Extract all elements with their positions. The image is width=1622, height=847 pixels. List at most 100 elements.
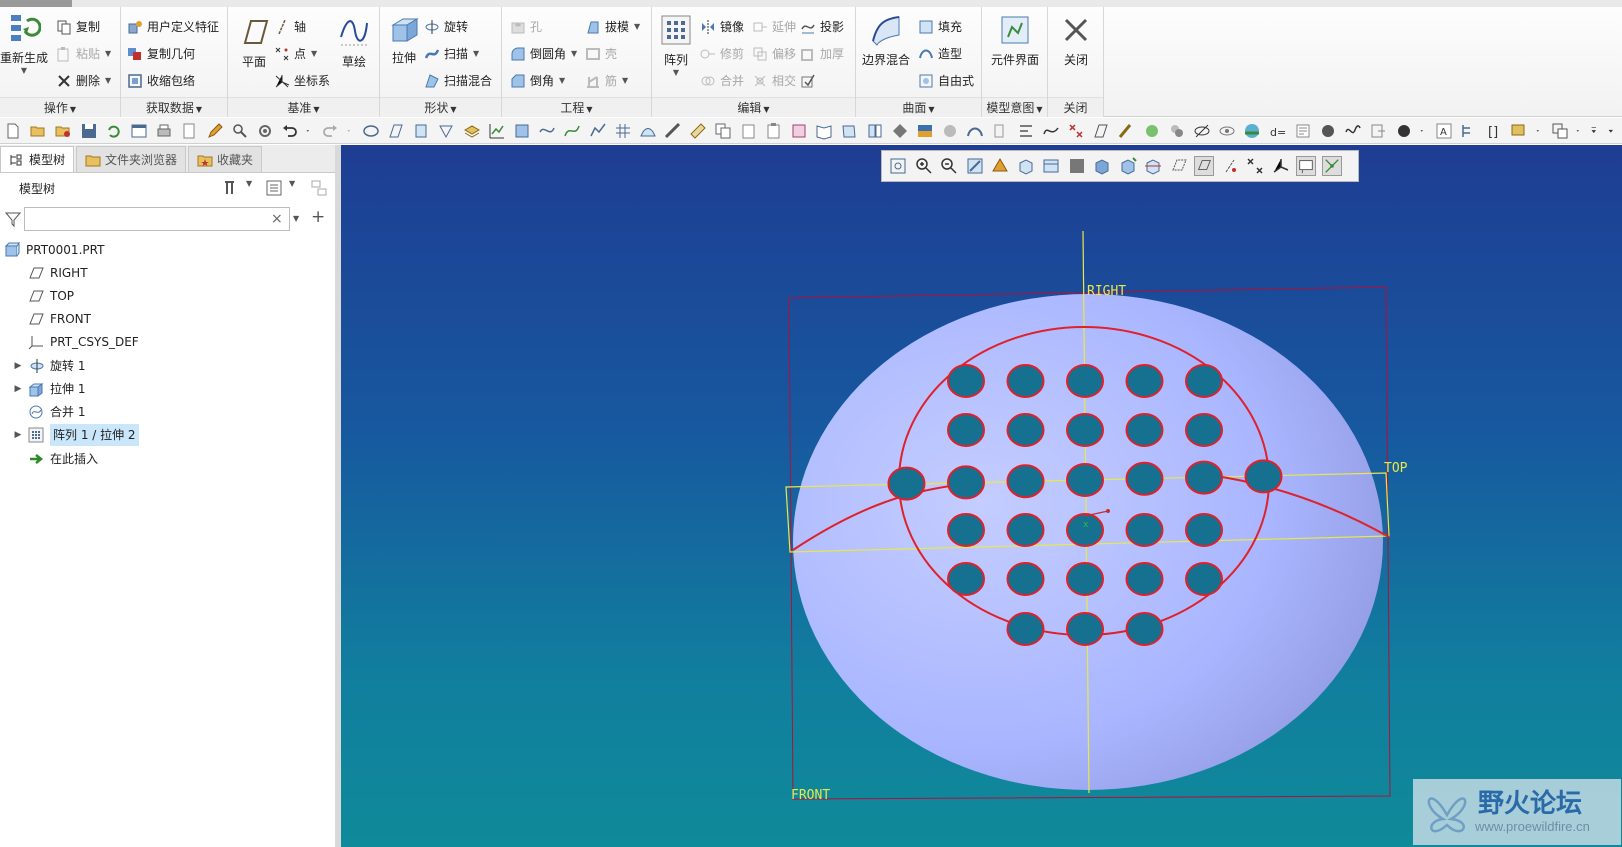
- display-style-icon[interactable]: [1067, 156, 1087, 176]
- sweep-button[interactable]: 扫描 ▼: [424, 43, 479, 65]
- tree-item[interactable]: ▶ 阵列 1 / 拉伸 2: [12, 424, 139, 446]
- text-icon[interactable]: A: [1435, 122, 1453, 140]
- open-recent-icon[interactable]: [54, 122, 72, 140]
- display-style-icon[interactable]: [1395, 122, 1413, 140]
- axis-button[interactable]: 轴: [274, 16, 306, 38]
- project-button[interactable]: 投影: [800, 16, 844, 38]
- sketch-view-icon[interactable]: [437, 122, 455, 140]
- chevron-down-icon[interactable]: ▼: [634, 16, 640, 38]
- tree-icon[interactable]: [1460, 122, 1478, 140]
- refit-icon[interactable]: [888, 156, 908, 176]
- tree-item[interactable]: RIGHT: [12, 262, 88, 284]
- group-label-surfaces[interactable]: 曲面 ▼: [856, 97, 981, 117]
- fill-button[interactable]: 填充: [918, 16, 962, 38]
- extrude-button[interactable]: 拉伸: [382, 11, 426, 66]
- freestyle-button[interactable]: 自由式: [918, 70, 974, 92]
- datum-points-toggle-icon[interactable]: [1220, 156, 1240, 176]
- curve-icon[interactable]: [538, 122, 556, 140]
- paste-button[interactable]: 粘贴 ▼: [56, 43, 111, 65]
- window-icon[interactable]: [130, 122, 148, 140]
- clear-search-icon[interactable]: ×: [271, 211, 283, 227]
- pattern-hole[interactable]: [887, 466, 926, 501]
- tree-item[interactable]: PRT0001.PRT: [0, 239, 104, 261]
- chevron-down-icon[interactable]: [306, 122, 314, 140]
- saved-orientation-icon[interactable]: [1016, 156, 1036, 176]
- tree-columns-icon[interactable]: [310, 179, 328, 197]
- pattern-hole[interactable]: [1185, 513, 1223, 547]
- cross-points-icon[interactable]: [1067, 122, 1085, 140]
- note-icon[interactable]: [1510, 122, 1528, 140]
- pattern-hole[interactable]: [1185, 364, 1223, 398]
- edit-icon[interactable]: [206, 122, 224, 140]
- tree-item[interactable]: ▶ 拉伸 1: [12, 378, 85, 400]
- pattern-hole[interactable]: [1006, 513, 1045, 547]
- book-icon[interactable]: [815, 122, 833, 140]
- orient-icon[interactable]: [990, 156, 1010, 176]
- chevron-down-icon[interactable]: ▼: [473, 43, 479, 65]
- save-icon[interactable]: [80, 122, 98, 140]
- view-manager-icon[interactable]: [1041, 156, 1061, 176]
- udf-button[interactable]: 用户定义特征: [127, 16, 219, 38]
- pattern-hole[interactable]: [1066, 612, 1104, 646]
- shell-button[interactable]: 壳: [585, 43, 617, 65]
- pattern-button[interactable]: 阵列 ▼: [656, 13, 696, 77]
- pattern-hole[interactable]: [1125, 562, 1164, 596]
- annotation-icon[interactable]: [362, 122, 380, 140]
- tree-item[interactable]: FRONT: [12, 308, 91, 330]
- settings-icon[interactable]: [256, 122, 274, 140]
- pattern-hole[interactable]: [1066, 364, 1104, 398]
- chart-icon[interactable]: [488, 122, 506, 140]
- shrinkwrap-button[interactable]: 收缩包络: [127, 70, 195, 92]
- shaded-sphere-icon[interactable]: [1319, 122, 1337, 140]
- chevron-down-icon[interactable]: [1576, 122, 1584, 140]
- group-label-engineering[interactable]: 工程 ▼: [502, 97, 651, 117]
- boundary-blend-button[interactable]: 边界混合: [860, 13, 912, 68]
- chevron-down-icon[interactable]: [1420, 122, 1428, 140]
- pattern-hole[interactable]: [1185, 413, 1223, 447]
- saved-views-icon[interactable]: [1551, 122, 1569, 140]
- tree-item[interactable]: TOP: [12, 285, 74, 307]
- datum-axes-toggle-icon[interactable]: [1194, 156, 1214, 176]
- settings-tools-icon[interactable]: [222, 179, 240, 197]
- chevron-down-icon[interactable]: ▼: [622, 70, 628, 92]
- scene-icon[interactable]: [1243, 122, 1261, 140]
- pattern-hole[interactable]: [1066, 562, 1104, 596]
- bend-icon[interactable]: [966, 122, 984, 140]
- style-button[interactable]: 造型: [918, 43, 962, 65]
- spin-center-icon[interactable]: [1321, 156, 1342, 176]
- datum-display-icon[interactable]: [387, 122, 405, 140]
- delete-button[interactable]: 删除 ▼: [56, 70, 111, 92]
- pattern-hole[interactable]: [1066, 513, 1104, 547]
- group-label-operations[interactable]: 操作 ▼: [0, 97, 120, 117]
- pattern-hole[interactable]: [1125, 612, 1164, 646]
- thicken-button[interactable]: 加厚: [800, 43, 844, 65]
- tab-favorites[interactable]: 收藏夹: [188, 146, 263, 172]
- trim-button[interactable]: 修剪: [700, 43, 744, 65]
- revolve-button[interactable]: 旋转: [424, 16, 468, 38]
- zoom-out-icon[interactable]: [939, 156, 959, 176]
- tree-item[interactable]: 合并 1: [12, 401, 85, 423]
- section-icon[interactable]: [790, 122, 808, 140]
- pattern-hole[interactable]: [1125, 461, 1164, 496]
- open-folder-icon[interactable]: [29, 122, 47, 140]
- plane-icon[interactable]: [1092, 122, 1110, 140]
- render-icon[interactable]: [941, 122, 959, 140]
- find-icon[interactable]: [231, 122, 249, 140]
- pattern-hole[interactable]: [1125, 364, 1164, 398]
- brackets-icon[interactable]: []: [1485, 122, 1503, 140]
- surface-analysis-icon[interactable]: [639, 122, 657, 140]
- page-icon[interactable]: [180, 122, 198, 140]
- hole-button[interactable]: 孔: [510, 16, 542, 38]
- customize-toolbar-icon[interactable]: [1608, 122, 1618, 140]
- pattern-hole[interactable]: [947, 513, 985, 547]
- tree-item[interactable]: PRT_CSYS_DEF: [12, 331, 139, 353]
- chevron-down-icon[interactable]: ▼: [0, 66, 48, 75]
- curve-through-points-icon[interactable]: [563, 122, 581, 140]
- pattern-hole[interactable]: [1006, 464, 1045, 499]
- analysis-icon[interactable]: [589, 122, 607, 140]
- pattern-hole[interactable]: [1066, 463, 1104, 497]
- split-icon[interactable]: [866, 122, 884, 140]
- csys-button[interactable]: 坐标系: [274, 70, 330, 92]
- group-label-shapes[interactable]: 形状 ▼: [380, 97, 501, 117]
- paste-icon[interactable]: [740, 122, 758, 140]
